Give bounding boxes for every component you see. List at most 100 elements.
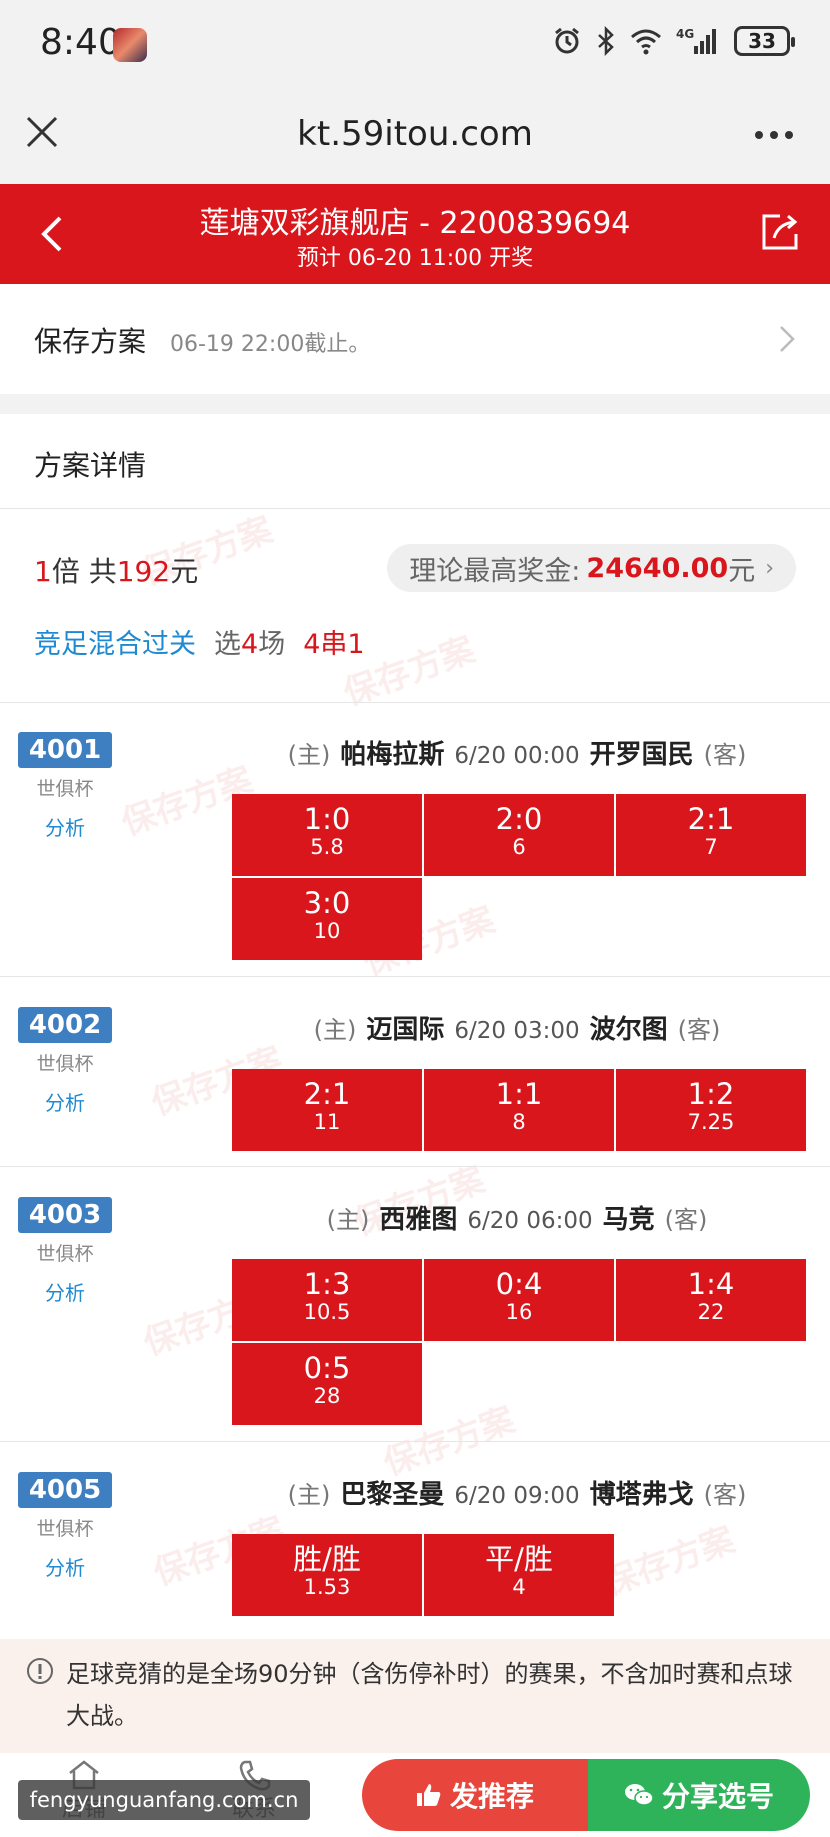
battery-level: 33 [748, 29, 776, 53]
divider [0, 1166, 830, 1167]
away-tag: (客) [664, 1206, 708, 1234]
away-team: 开罗国民 [589, 740, 694, 770]
match-time: 6/20 00:00 [454, 743, 580, 769]
match-time: 6/20 03:00 [454, 1018, 580, 1044]
divider [0, 976, 830, 977]
odds-cell: 2:1 7 [616, 794, 806, 876]
signal-icon: 4G [676, 27, 716, 54]
chevron-right-icon [780, 326, 795, 352]
share-picks-button[interactable]: 分享选号 [588, 1759, 810, 1831]
match-league: 世俱杯 [36, 1243, 94, 1265]
match-league: 世俱杯 [36, 778, 94, 800]
odds-result: 2:1 [687, 802, 735, 836]
status-time: 8:40 [40, 22, 121, 63]
rules-notice: 足球竞猜的是全场90分钟（含伤停补时）的赛果，不含加时赛和点球大战。 [0, 1639, 830, 1753]
share-icon[interactable] [758, 210, 802, 254]
odds-cell: 2:1 11 [232, 1069, 422, 1151]
match-card: 4003 世俱杯 分析 (主) 西雅图 6/20 06:00 马竞 (客) 1:… [0, 1197, 830, 1457]
shop-title: 莲塘双彩旗舰店 - 2200839694 [199, 206, 631, 241]
odds-value: 22 [697, 1300, 725, 1324]
analysis-link[interactable]: 分析 [18, 1277, 112, 1306]
max-prize-pill[interactable]: 理论最高奖金: 24640.00 元 › [387, 544, 796, 592]
browser-url: kt.59itou.com [297, 114, 533, 154]
divider [0, 1441, 830, 1442]
prize-label: 理论最高奖金: [409, 555, 581, 587]
analysis-link[interactable]: 分析 [18, 812, 112, 841]
odds-result: 平/胜 [485, 1542, 553, 1576]
total-amount: 192 [116, 555, 171, 588]
recommend-button[interactable]: 发推荐 [362, 1759, 588, 1831]
home-tag: (主) [287, 741, 331, 769]
away-team: 博塔弗戈 [589, 1480, 694, 1510]
odds-cell: 3:0 10 [232, 878, 422, 960]
odds-grid: 1:0 5.8 2:0 6 2:1 7 3:0 10 [232, 794, 806, 960]
odds-value: 16 [505, 1300, 533, 1324]
site-watermark: fengyunguanfang.com.cn [18, 1780, 310, 1820]
odds-cell: 2:0 6 [424, 794, 614, 876]
pick-number: 4 [241, 629, 259, 660]
multiplier-unit: 倍 共 [51, 555, 117, 588]
share-label: 分享选号 [661, 1780, 774, 1813]
odds-result: 2:1 [303, 1077, 351, 1111]
home-tag: (主) [313, 1016, 357, 1044]
status-icons: 4G 33 [552, 26, 795, 56]
battery-icon: 33 [734, 26, 795, 56]
more-icon[interactable] [754, 130, 794, 140]
odds-grid: 2:1 11 1:1 8 1:2 7.25 [232, 1069, 806, 1151]
home-team: 帕梅拉斯 [340, 740, 445, 770]
play-type: 竞足混合过关 [34, 629, 196, 660]
multiplier: 1 [34, 555, 52, 588]
analysis-link[interactable]: 分析 [18, 1552, 112, 1581]
odds-result: 1:0 [303, 802, 351, 836]
app-notification-icon [113, 28, 147, 62]
odds-value: 10 [313, 919, 341, 943]
pick-prefix: 选 [214, 629, 241, 660]
odds-value: 6 [512, 835, 526, 859]
odds-value: 28 [313, 1384, 341, 1408]
bet-info: 1倍 共192元 [34, 550, 198, 590]
svg-text:4G: 4G [676, 27, 694, 41]
match-teams: (主) 西雅图 6/20 06:00 马竞 (客) [232, 1199, 802, 1236]
odds-result: 0:4 [495, 1267, 543, 1301]
match-league: 世俱杯 [36, 1518, 94, 1540]
notice-text: 足球竞猜的是全场90分钟（含伤停补时）的赛果，不含加时赛和点球大战。 [66, 1660, 793, 1730]
match-league: 世俱杯 [36, 1053, 94, 1075]
away-tag: (客) [703, 741, 747, 769]
odds-cell: 0:4 16 [424, 1259, 614, 1341]
save-plan-row[interactable]: 保存方案 06-19 22:00截止。 [0, 284, 830, 394]
browser-bar: kt.59itou.com [0, 92, 830, 184]
odds-result: 2:0 [495, 802, 543, 836]
prize-amount: 24640.00 [586, 552, 729, 584]
match-teams: (主) 巴黎圣曼 6/20 09:00 博塔弗戈 (客) [232, 1474, 802, 1511]
chevron-right-icon: › [765, 555, 774, 581]
save-plan-label: 保存方案 [34, 325, 147, 358]
home-team: 迈国际 [366, 1015, 445, 1045]
match-number: 4002 [18, 1007, 112, 1043]
home-tag: (主) [326, 1206, 370, 1234]
divider [0, 702, 830, 703]
save-deadline: 06-19 22:00截止。 [170, 332, 371, 357]
match-time: 6/20 06:00 [467, 1208, 593, 1234]
odds-result: 胜/胜 [293, 1542, 361, 1576]
odds-cell: 1:0 5.8 [232, 794, 422, 876]
divider [0, 508, 830, 509]
plan-detail: 保存方案 保存方案 保存方案 保存方案 保存方案 保存方案 保存方案 保存方案 … [0, 414, 830, 1639]
match-card: 4001 世俱杯 分析 (主) 帕梅拉斯 6/20 00:00 开罗国民 (客)… [0, 732, 830, 992]
pick-count: 选4场 [214, 622, 285, 661]
odds-value: 4 [512, 1575, 526, 1599]
odds-cell: 1:2 7.25 [616, 1069, 806, 1151]
match-number: 4001 [18, 732, 112, 768]
detail-title: 方案详情 [34, 449, 147, 482]
away-tag: (客) [677, 1016, 721, 1044]
odds-result: 1:3 [303, 1267, 351, 1301]
info-icon [27, 1658, 53, 1684]
play-row: 竞足混合过关 选4场 4串1 [34, 622, 365, 661]
home-team: 西雅图 [379, 1205, 458, 1235]
odds-result: 1:4 [687, 1267, 735, 1301]
analysis-link[interactable]: 分析 [18, 1087, 112, 1116]
odds-value: 7 [704, 835, 718, 859]
match-teams: (主) 帕梅拉斯 6/20 00:00 开罗国民 (客) [232, 734, 802, 771]
bluetooth-icon [598, 26, 614, 56]
match-teams: (主) 迈国际 6/20 03:00 波尔图 (客) [232, 1009, 802, 1046]
odds-value: 11 [313, 1110, 341, 1134]
